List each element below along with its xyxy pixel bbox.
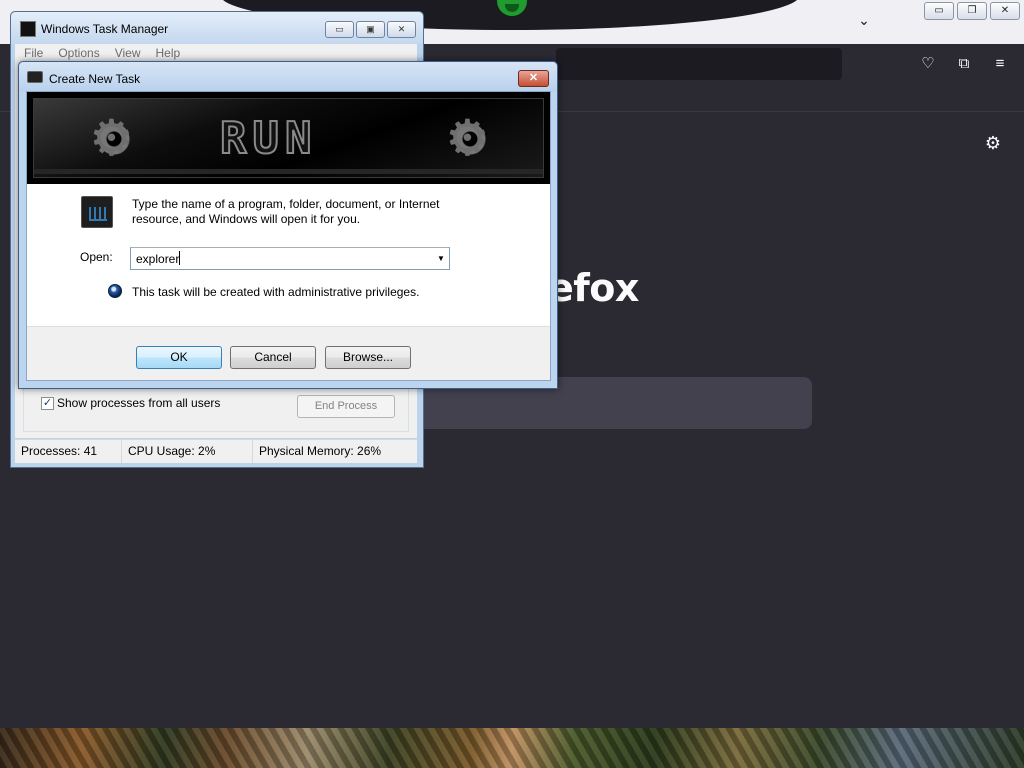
show-all-users-label: Show processes from all users	[57, 396, 221, 410]
menu-icon[interactable]: ≡	[990, 54, 1010, 74]
menu-help[interactable]: Help	[156, 44, 196, 62]
admin-shield-icon	[108, 284, 122, 298]
run-icon	[27, 71, 43, 83]
firefox-brand-text: efox	[548, 266, 639, 310]
chevron-down-icon[interactable]: ⌄	[856, 12, 872, 28]
dialog-titlebar[interactable]: Create New Task ✕	[19, 62, 557, 92]
run-banner: RUN	[27, 92, 550, 184]
banner-run-text: RUN	[219, 113, 318, 165]
extensions-icon[interactable]: ⧉	[954, 54, 974, 74]
minimize-button[interactable]: ▭	[325, 21, 354, 38]
menu-view[interactable]: View	[115, 44, 156, 62]
open-combobox[interactable]: explorer ▼	[130, 247, 450, 270]
create-new-task-dialog: Create New Task ✕ RUN Type the name of a…	[18, 61, 558, 389]
url-bar[interactable]	[556, 48, 842, 80]
admin-privileges-note: This task will be created with administr…	[132, 285, 420, 299]
close-button[interactable]: ✕	[387, 21, 416, 38]
show-all-users-checkbox[interactable]: ✓ Show processes from all users	[41, 396, 220, 410]
status-cpu: CPU Usage: 2%	[122, 440, 253, 463]
close-button[interactable]: ✕	[990, 2, 1020, 20]
dialog-description: Type the name of a program, folder, docu…	[132, 197, 440, 226]
gear-icon	[445, 108, 492, 168]
minimize-button[interactable]: ▭	[924, 2, 954, 20]
open-label: Open:	[80, 250, 113, 264]
gear-icon	[89, 108, 136, 168]
menu-options[interactable]: Options	[58, 44, 114, 62]
task-manager-title: Windows Task Manager	[41, 22, 169, 36]
run-app-icon	[81, 196, 113, 228]
desktop-wallpaper	[0, 728, 1024, 768]
task-manager-icon	[20, 21, 36, 37]
checkmark-icon[interactable]: ✓	[41, 396, 54, 410]
restore-button[interactable]: ❐	[957, 2, 987, 20]
status-processes: Processes: 41	[15, 440, 122, 463]
gear-icon[interactable]: ⚙	[983, 133, 1003, 153]
dialog-title: Create New Task	[49, 72, 141, 86]
menu-file[interactable]: File	[24, 44, 58, 62]
dropdown-arrow-icon[interactable]: ▼	[433, 248, 449, 269]
status-memory: Physical Memory: 26%	[259, 444, 382, 458]
firefox-window-controls: ▭ ❐ ✕	[924, 2, 1020, 20]
browse-button[interactable]: Browse...	[325, 346, 411, 369]
end-process-button[interactable]: End Process	[297, 395, 395, 418]
menu-bar: File Options View Help	[15, 44, 417, 62]
close-button[interactable]: ✕	[518, 70, 549, 87]
cancel-button[interactable]: Cancel	[230, 346, 316, 369]
banner-strip	[34, 169, 543, 174]
maximize-button[interactable]: ▣	[356, 21, 385, 38]
dialog-content: RUN Type the name of a program, folder, …	[26, 91, 551, 381]
open-input-value[interactable]: explorer	[136, 252, 179, 266]
task-manager-titlebar[interactable]: Windows Task Manager ▭ ▣ ✕	[11, 12, 423, 44]
pocket-icon[interactable]: ♡	[918, 54, 938, 74]
dialog-button-area: OK Cancel Browse...	[27, 326, 550, 380]
text-cursor	[179, 251, 180, 265]
banner-panel: RUN	[33, 98, 544, 178]
ok-button[interactable]: OK	[136, 346, 222, 369]
status-bar: Processes: 41 CPU Usage: 2% Physical Mem…	[15, 439, 417, 463]
